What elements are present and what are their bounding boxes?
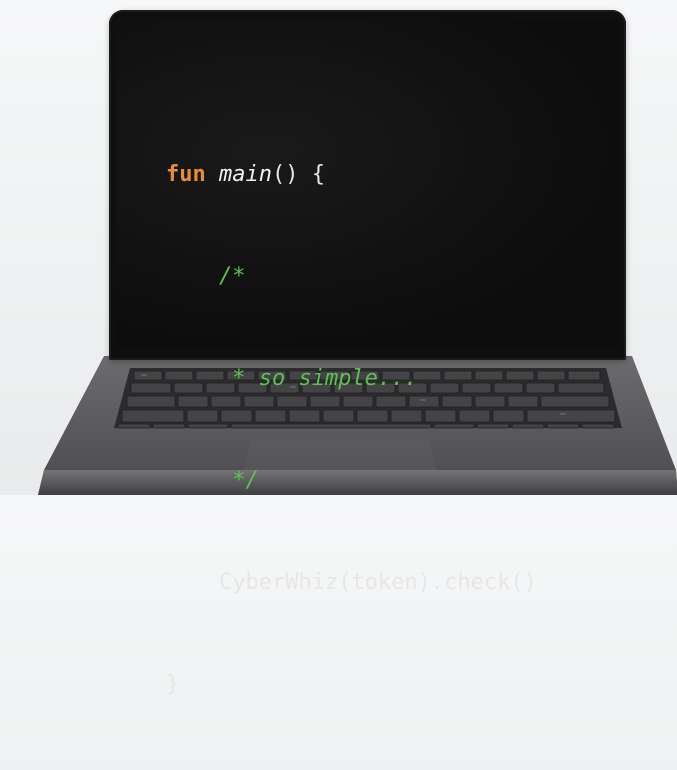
code-snippet: fun main() { /* * so simple... */ CyberW… (166, 90, 537, 770)
comment-open: /* (218, 264, 246, 289)
code-line-4: */ (166, 464, 537, 498)
code-line-2: /* (166, 260, 537, 294)
function-signature: () { (271, 162, 325, 187)
keyword-fun: fun (166, 162, 206, 187)
code-line-5: CyberWhiz(token).check() (166, 566, 537, 600)
code-line-1: fun main() { (166, 158, 537, 192)
code-line-3: * so simple... (166, 362, 537, 396)
code-line-6: } (166, 668, 537, 702)
function-name: main (219, 162, 272, 187)
closing-brace: } (166, 672, 180, 697)
comment-text: * so simple... (232, 366, 418, 391)
comment-close: */ (232, 468, 259, 493)
laptop-photo: fun main() { /* * so simple... */ CyberW… (0, 0, 677, 697)
code-statement: CyberWhiz(token).check() (218, 570, 537, 595)
